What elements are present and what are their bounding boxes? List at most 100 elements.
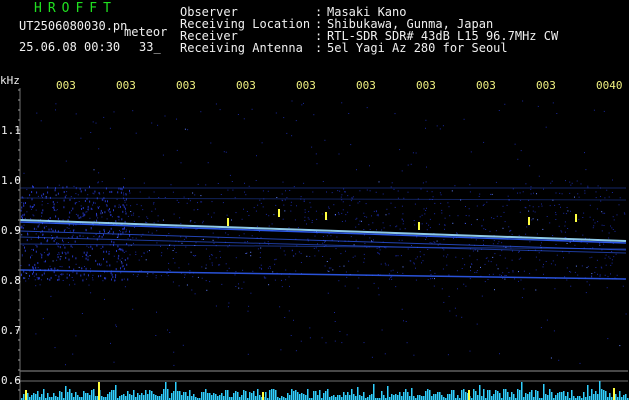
noise-dot — [554, 264, 556, 266]
noise-dot — [259, 199, 261, 201]
noise-dot — [314, 235, 316, 237]
level-bar — [475, 391, 477, 400]
level-bar — [439, 392, 441, 400]
noise-dot — [401, 219, 403, 221]
noise-dot — [565, 213, 567, 215]
noise-dot — [533, 192, 534, 194]
noise-dot — [245, 194, 247, 196]
noise-dot — [358, 223, 360, 225]
signal-trace — [19, 197, 627, 201]
noise-dot — [243, 118, 245, 120]
noise-dot — [308, 211, 310, 213]
noise-dot — [594, 222, 596, 224]
noise-dot — [260, 247, 262, 249]
noise-dot — [525, 183, 527, 185]
level-bar — [111, 390, 113, 400]
noise-dot — [324, 241, 325, 243]
noise-dot — [313, 114, 315, 116]
noise-dot — [603, 110, 605, 112]
noise-dot — [574, 271, 576, 273]
level-bar — [281, 396, 283, 400]
noise-dot — [324, 265, 326, 267]
noise-dot — [195, 228, 197, 230]
noise-dot — [195, 255, 197, 256]
level-bar — [565, 396, 567, 400]
noise-dot — [24, 277, 26, 279]
noise-dot — [504, 274, 506, 276]
noise-dot — [339, 265, 341, 267]
noise-dot — [476, 323, 478, 325]
level-bar — [495, 390, 497, 400]
noise-dot — [92, 277, 93, 279]
noise-dot — [193, 209, 195, 211]
noise-dot — [438, 223, 440, 225]
noise-dot — [449, 310, 451, 312]
noise-dot — [107, 200, 108, 203]
noise-dot — [303, 102, 304, 104]
noise-dot — [474, 249, 476, 251]
noise-dot — [133, 212, 135, 214]
noise-dot — [211, 201, 213, 203]
noise-dot — [414, 224, 416, 226]
noise-dot — [446, 256, 447, 258]
noise-dot — [402, 213, 404, 215]
noise-dot — [604, 212, 606, 214]
noise-dot — [517, 192, 518, 194]
noise-dot — [69, 230, 71, 232]
noise-dot — [77, 214, 79, 217]
noise-dot — [423, 254, 425, 256]
noise-dot — [570, 210, 571, 212]
noise-dot — [285, 269, 287, 271]
level-bar — [493, 394, 495, 400]
level-bar — [287, 393, 289, 400]
noise-dot — [56, 201, 58, 203]
noise-dot — [132, 274, 134, 276]
level-bar — [185, 392, 187, 400]
noise-dot — [62, 239, 63, 242]
noise-dot — [321, 213, 323, 215]
noise-dot — [558, 359, 560, 361]
noise-dot — [227, 234, 229, 236]
level-bar — [149, 390, 151, 400]
level-bar — [551, 392, 553, 400]
noise-dot — [346, 276, 348, 278]
noise-dot — [397, 255, 399, 257]
noise-dot — [70, 196, 72, 198]
level-bar — [449, 394, 451, 400]
noise-dot — [111, 278, 112, 281]
noise-dot — [117, 235, 119, 238]
noise-dot — [132, 214, 134, 216]
noise-dot — [102, 245, 104, 248]
level-bar — [433, 394, 435, 400]
level-bar — [93, 389, 95, 400]
time-tick: 003 — [176, 79, 196, 92]
noise-dot — [135, 132, 137, 134]
level-bar — [315, 391, 317, 400]
level-bar — [517, 389, 519, 400]
noise-dot — [212, 232, 214, 234]
noise-dot — [75, 213, 77, 215]
noise-dot — [73, 224, 74, 226]
noise-dot — [76, 272, 78, 275]
noise-dot — [33, 215, 35, 217]
noise-dot — [281, 193, 283, 195]
noise-dot — [173, 364, 175, 366]
noise-dot — [65, 194, 67, 196]
noise-dot — [420, 188, 422, 190]
noise-dot — [397, 190, 399, 192]
noise-dot — [90, 268, 91, 270]
level-bar — [351, 389, 353, 400]
app-title: HROFFT — [34, 1, 117, 16]
level-bar — [85, 393, 87, 400]
noise-dot — [115, 324, 117, 326]
noise-dot — [98, 192, 100, 194]
noise-dot — [512, 188, 514, 190]
noise-dot — [377, 215, 379, 217]
level-bar — [119, 396, 121, 400]
level-bar — [343, 392, 345, 400]
noise-dot — [111, 240, 113, 243]
noise-dot — [33, 204, 35, 206]
noise-dot — [425, 119, 427, 121]
noise-dot — [447, 354, 449, 356]
noise-dot — [167, 275, 169, 277]
